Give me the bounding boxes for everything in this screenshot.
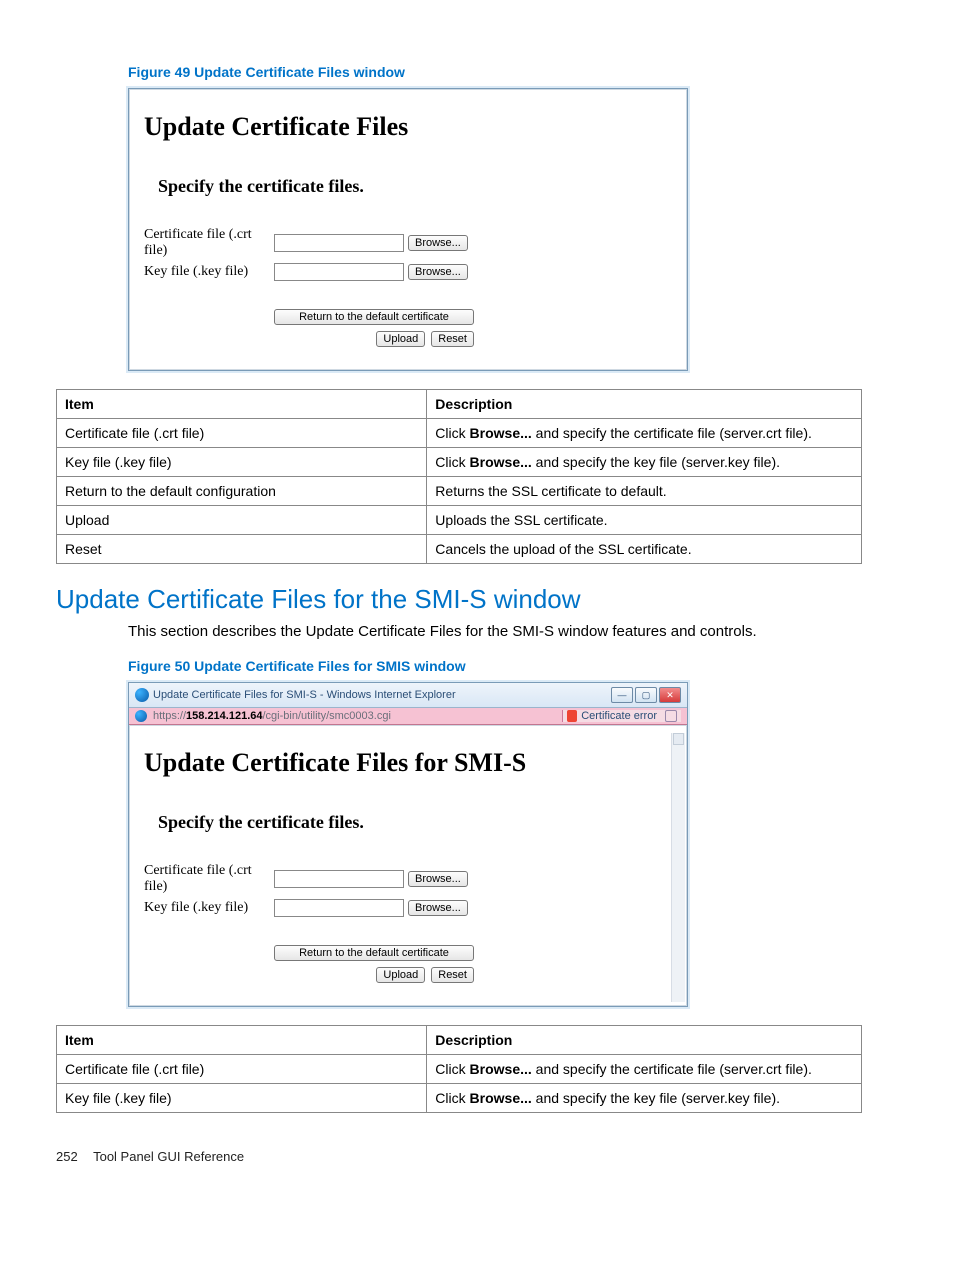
upload-button[interactable]: Upload bbox=[376, 331, 425, 347]
return-default-row: Return to the default certificate bbox=[144, 309, 474, 325]
footer-text: Tool Panel GUI Reference bbox=[93, 1149, 244, 1164]
table-row: ResetCancels the upload of the SSL certi… bbox=[57, 535, 862, 564]
table-cell-item: Reset bbox=[57, 535, 427, 564]
browser-titlebar: Update Certificate Files for SMI-S - Win… bbox=[129, 683, 687, 708]
table-cell-item: Certificate file (.crt file) bbox=[57, 419, 427, 448]
return-default-button[interactable]: Return to the default certificate bbox=[274, 309, 474, 325]
address-bar[interactable]: https://158.214.121.64/cgi-bin/utility/s… bbox=[129, 708, 687, 725]
table-cell-desc: Returns the SSL certificate to default. bbox=[427, 477, 862, 506]
table-cell-item: Upload bbox=[57, 506, 427, 535]
key-file-input[interactable] bbox=[274, 899, 404, 917]
figure-49-caption: Figure 49 Update Certificate Files windo… bbox=[128, 64, 898, 80]
key-file-row: Key file (.key file) Browse... bbox=[144, 263, 672, 281]
page-footer: 252 Tool Panel GUI Reference bbox=[56, 1149, 898, 1164]
table-cell-desc: Click Browse... and specify the key file… bbox=[427, 1084, 862, 1113]
panel-title: Update Certificate Files bbox=[144, 112, 672, 142]
key-browse-button[interactable]: Browse... bbox=[408, 264, 468, 280]
table-head-desc: Description bbox=[427, 1026, 862, 1055]
table-cell-desc: Uploads the SSL certificate. bbox=[427, 506, 862, 535]
table-row: Certificate file (.crt file)Click Browse… bbox=[57, 1055, 862, 1084]
table-head-item: Item bbox=[57, 390, 427, 419]
table-cell-desc: Cancels the upload of the SSL certificat… bbox=[427, 535, 862, 564]
minimize-button[interactable]: — bbox=[611, 687, 633, 703]
panel-subtitle: Specify the certificate files. bbox=[158, 176, 672, 197]
table-row: UploadUploads the SSL certificate. bbox=[57, 506, 862, 535]
shield-icon bbox=[567, 710, 577, 722]
figure-49-screenshot: Update Certificate Files Specify the cer… bbox=[128, 88, 688, 371]
crt-file-input[interactable] bbox=[274, 870, 404, 888]
refresh-icon[interactable] bbox=[665, 710, 677, 722]
panel-title: Update Certificate Files for SMI-S bbox=[144, 748, 662, 778]
close-button[interactable]: ✕ bbox=[659, 687, 681, 703]
ie-icon bbox=[135, 710, 147, 722]
key-file-input[interactable] bbox=[274, 263, 404, 281]
table-row: Key file (.key file)Click Browse... and … bbox=[57, 1084, 862, 1113]
table-cell-desc: Click Browse... and specify the certific… bbox=[427, 1055, 862, 1084]
table-row: Return to the default configurationRetur… bbox=[57, 477, 862, 506]
crt-file-input[interactable] bbox=[274, 234, 404, 252]
ie-icon bbox=[135, 688, 149, 702]
page-number: 252 bbox=[56, 1149, 78, 1164]
upload-button[interactable]: Upload bbox=[376, 967, 425, 983]
crt-browse-button[interactable]: Browse... bbox=[408, 235, 468, 251]
key-file-row: Key file (.key file) Browse... bbox=[144, 899, 662, 917]
crt-browse-button[interactable]: Browse... bbox=[408, 871, 468, 887]
key-file-label: Key file (.key file) bbox=[144, 900, 274, 916]
browser-title: Update Certificate Files for SMI-S - Win… bbox=[153, 689, 456, 701]
reset-button[interactable]: Reset bbox=[431, 967, 474, 983]
table-cell-desc: Click Browse... and specify the key file… bbox=[427, 448, 862, 477]
scrollbar-thumb[interactable] bbox=[673, 733, 684, 745]
figure-50-table: Item Description Certificate file (.crt … bbox=[56, 1025, 862, 1113]
table-cell-item: Return to the default configuration bbox=[57, 477, 427, 506]
return-default-button[interactable]: Return to the default certificate bbox=[274, 945, 474, 961]
key-browse-button[interactable]: Browse... bbox=[408, 900, 468, 916]
upload-reset-row: Upload Reset bbox=[144, 331, 474, 347]
figure-49-table: Item Description Certificate file (.crt … bbox=[56, 389, 862, 564]
table-cell-desc: Click Browse... and specify the certific… bbox=[427, 419, 862, 448]
section-heading: Update Certificate Files for the SMI-S w… bbox=[56, 584, 898, 615]
crt-file-row: Certificate file (.crt file) Browse... bbox=[144, 863, 662, 895]
crt-file-label: Certificate file (.crt file) bbox=[144, 227, 274, 259]
table-row: Key file (.key file)Click Browse... and … bbox=[57, 448, 862, 477]
upload-reset-row: Upload Reset bbox=[144, 967, 474, 983]
crt-file-label: Certificate file (.crt file) bbox=[144, 863, 274, 895]
maximize-button[interactable]: ▢ bbox=[635, 687, 657, 703]
panel-subtitle: Specify the certificate files. bbox=[158, 812, 662, 833]
table-cell-item: Key file (.key file) bbox=[57, 1084, 427, 1113]
table-cell-item: Key file (.key file) bbox=[57, 448, 427, 477]
certificate-error-badge[interactable]: Certificate error bbox=[562, 710, 681, 722]
table-cell-item: Certificate file (.crt file) bbox=[57, 1055, 427, 1084]
table-row: Certificate file (.crt file)Click Browse… bbox=[57, 419, 862, 448]
url-text: https://158.214.121.64/cgi-bin/utility/s… bbox=[153, 710, 556, 722]
return-default-row: Return to the default certificate bbox=[144, 945, 474, 961]
reset-button[interactable]: Reset bbox=[431, 331, 474, 347]
vertical-scrollbar[interactable] bbox=[671, 733, 685, 1002]
crt-file-row: Certificate file (.crt file) Browse... bbox=[144, 227, 672, 259]
table-head-item: Item bbox=[57, 1026, 427, 1055]
table-head-desc: Description bbox=[427, 390, 862, 419]
key-file-label: Key file (.key file) bbox=[144, 264, 274, 280]
figure-50-screenshot: Update Certificate Files for SMI-S - Win… bbox=[128, 682, 688, 1007]
figure-50-caption: Figure 50 Update Certificate Files for S… bbox=[128, 658, 898, 674]
section-body: This section describes the Update Certif… bbox=[128, 623, 898, 640]
